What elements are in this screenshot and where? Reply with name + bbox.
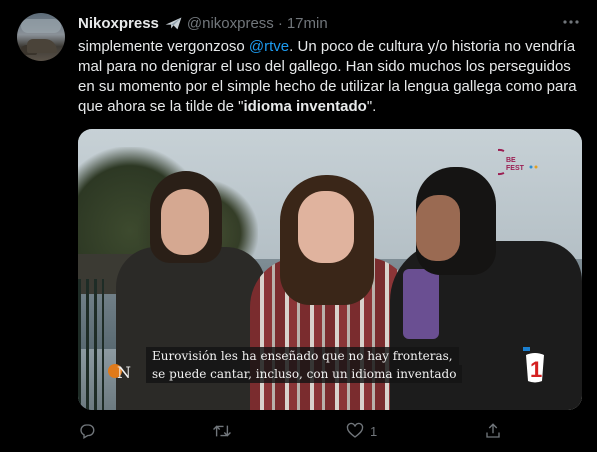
benidorm-logo-line2: FEST — [506, 165, 524, 172]
airplane-emoji-icon — [165, 17, 182, 30]
channel-number: 1 — [530, 357, 542, 382]
benidorm-fest-logo: BE FEST — [486, 147, 542, 177]
author-handle[interactable]: @nikoxpress — [187, 15, 274, 32]
woman-left — [116, 247, 266, 410]
like-button[interactable]: 1 — [346, 420, 377, 442]
tweet-header: Nikoxpress @nikoxpress · 17min — [78, 13, 328, 33]
heart-icon — [346, 422, 364, 438]
tweet-text-bold: idioma inventado — [243, 98, 367, 115]
avatar-rock — [27, 39, 57, 53]
author-name[interactable]: Nikoxpress — [78, 15, 159, 32]
reply-icon — [80, 424, 95, 439]
share-button[interactable] — [484, 420, 502, 442]
mention-link[interactable]: @rtve — [249, 38, 289, 55]
tweet-actions: 1 — [78, 420, 510, 442]
tweet-text-part: ". — [366, 98, 377, 115]
like-count: 1 — [370, 423, 378, 439]
separator-dot: · — [277, 14, 283, 32]
video-fence — [78, 279, 104, 410]
benidorm-logo-line1: BE — [506, 157, 516, 164]
tweet-text: simplemente vergonzoso @rtve. Un poco de… — [78, 37, 586, 117]
woman-left-face — [161, 189, 209, 255]
more-options-icon[interactable] — [561, 12, 581, 32]
program-n-logo: N — [106, 357, 132, 383]
share-icon — [486, 423, 500, 438]
tweet-video[interactable]: BE FEST N Eurovisión les ha enseñado que… — [78, 129, 582, 410]
tweet-text-part: simplemente vergonzoso — [78, 38, 249, 55]
woman-center-face — [298, 191, 354, 263]
retweet-button[interactable] — [212, 420, 238, 442]
tweet-timestamp[interactable]: 17min — [287, 15, 328, 32]
la1-tve-logo: 1 — [520, 345, 550, 385]
subtitle-line2: se puede cantar, incluso, con un idioma … — [146, 365, 463, 383]
video-subtitle: Eurovisión les ha enseñado que no hay fr… — [146, 347, 463, 383]
retweet-icon — [213, 425, 231, 437]
subtitle-line1: Eurovisión les ha enseñado que no hay fr… — [146, 347, 459, 365]
woman-right-top — [403, 269, 439, 339]
woman-right-face — [416, 195, 460, 261]
reply-button[interactable] — [78, 420, 102, 442]
benidorm-fest-text: BE FEST — [506, 157, 524, 173]
avatar-sky — [21, 19, 61, 33]
author-avatar[interactable] — [17, 13, 65, 61]
program-n-letter: N — [117, 363, 131, 382]
